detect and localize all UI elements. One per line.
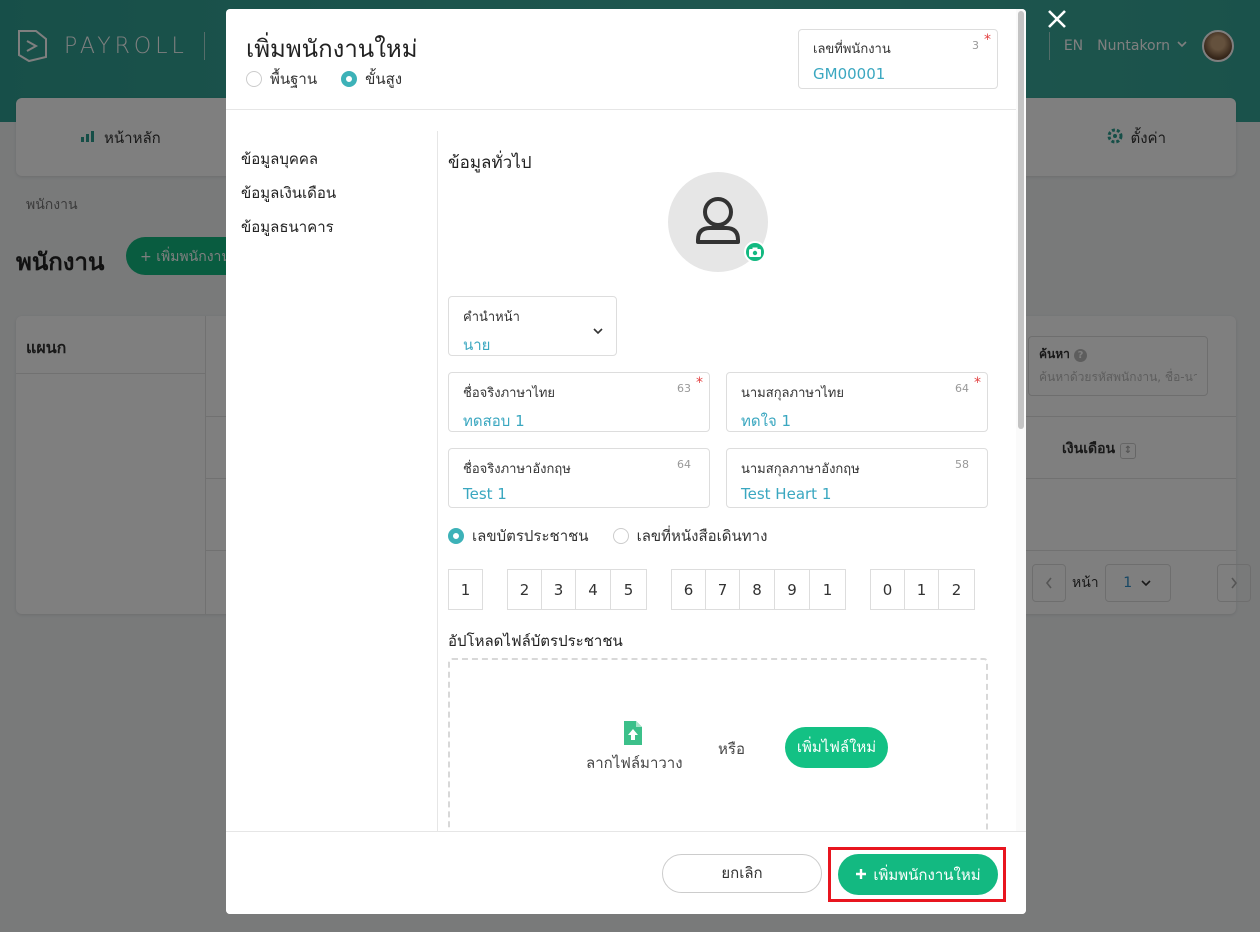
chevron-down-icon <box>592 325 604 341</box>
prefix-label: คำนำหน้า <box>463 310 520 325</box>
mode-basic-label: พื้นฐาน <box>270 70 318 88</box>
first-name-en-label: ชื่อจริงภาษาอังกฤษ <box>463 462 571 477</box>
required-icon: * <box>974 375 981 391</box>
mode-advanced-label: ขั้นสูง <box>365 70 403 88</box>
radio-checked-icon <box>341 71 358 87</box>
modal-title: เพิ่มพนักงานใหม่ <box>246 35 418 63</box>
first-name-th-value: ทดสอบ 1 <box>463 412 525 430</box>
id-digit-input[interactable]: 4 <box>575 569 611 610</box>
employee-number-label: เลขที่พนักงาน <box>813 42 891 57</box>
id-digit-input[interactable]: 5 <box>610 569 647 610</box>
id-citizen-radio[interactable]: เลขบัตรประชาชน <box>448 524 589 548</box>
char-count: 58 <box>955 458 969 471</box>
prefix-select[interactable]: คำนำหน้า นาย <box>448 296 617 356</box>
close-icon[interactable] <box>1044 8 1070 34</box>
first-name-en-field[interactable]: ชื่อจริงภาษาอังกฤษ Test 1 64 <box>448 448 710 508</box>
side-divider <box>437 131 438 831</box>
plus-icon <box>855 866 867 884</box>
id-citizen-label: เลขบัตรประชาชน <box>472 527 589 545</box>
submit-label: เพิ่มพนักงานใหม่ <box>873 865 981 884</box>
cancel-button[interactable]: ยกเลิก <box>662 854 822 893</box>
last-name-th-label: นามสกุลภาษาไทย <box>741 386 844 401</box>
id-digit-input[interactable]: 2 <box>938 569 975 610</box>
section-title: ข้อมูลทั่วไป <box>448 153 532 173</box>
drag-file-text: ลากไฟล์มาวาง <box>586 754 683 772</box>
id-digit-input[interactable]: 1 <box>904 569 939 610</box>
mode-advanced-radio[interactable]: ขั้นสูง <box>341 67 402 91</box>
last-name-en-field[interactable]: นามสกุลภาษาอังกฤษ Test Heart 1 58 <box>726 448 988 508</box>
scrollbar-thumb[interactable] <box>1018 11 1024 429</box>
last-name-th-value: ทดใจ 1 <box>741 412 792 430</box>
upload-title: อัปโหลดไฟล์บัตรประชาชน <box>448 632 623 650</box>
required-icon: * <box>984 32 991 48</box>
or-text: หรือ <box>718 740 745 758</box>
radio-checked-icon <box>448 528 464 544</box>
mode-radio-group: พื้นฐาน ขั้นสูง <box>246 67 402 91</box>
first-name-th-label: ชื่อจริงภาษาไทย <box>463 386 556 401</box>
last-name-en-value: Test Heart 1 <box>741 485 832 503</box>
char-count: 63 <box>677 382 691 395</box>
char-count: 64 <box>677 458 691 471</box>
mode-basic-radio[interactable]: พื้นฐาน <box>246 67 317 91</box>
file-upload-icon <box>622 719 644 751</box>
first-name-en-value: Test 1 <box>463 485 507 503</box>
id-passport-radio[interactable]: เลขที่หนังสือเดินทาง <box>612 524 768 548</box>
char-count: 64 <box>955 382 969 395</box>
add-employee-modal: เพิ่มพนักงานใหม่ พื้นฐาน ขั้นสูง เลขที่พ… <box>226 9 1026 914</box>
id-digit-input[interactable]: 7 <box>705 569 740 610</box>
camera-icon[interactable] <box>744 241 766 263</box>
id-digit-input[interactable]: 9 <box>774 569 810 610</box>
side-nav-bank[interactable]: ข้อมูลธนาคาร <box>241 215 336 249</box>
last-name-th-field[interactable]: นามสกุลภาษาไทย ทดใจ 1 64 * <box>726 372 988 432</box>
id-digit-input[interactable]: 1 <box>448 569 483 610</box>
header-divider <box>226 109 1026 110</box>
id-digit-input[interactable]: 6 <box>671 569 706 610</box>
radio-unchecked-icon <box>246 71 262 87</box>
id-digit-input[interactable]: 3 <box>541 569 576 610</box>
id-digit-input[interactable]: 8 <box>739 569 775 610</box>
required-icon: * <box>696 375 703 391</box>
last-name-en-label: นามสกุลภาษาอังกฤษ <box>741 462 860 477</box>
id-digit-input[interactable]: 2 <box>507 569 542 610</box>
add-file-button[interactable]: เพิ่มไฟล์ใหม่ <box>785 727 888 768</box>
employee-number-field[interactable]: เลขที่พนักงาน GM00001 3 * <box>798 29 998 89</box>
id-digit-input[interactable]: 1 <box>809 569 846 610</box>
char-count: 3 <box>972 39 979 52</box>
side-nav: ข้อมูลบุคคล ข้อมูลเงินเดือน ข้อมูลธนาคาร <box>241 147 336 249</box>
first-name-th-field[interactable]: ชื่อจริงภาษาไทย ทดสอบ 1 63 * <box>448 372 710 432</box>
id-passport-label: เลขที่หนังสือเดินทาง <box>636 527 768 545</box>
id-digit-input[interactable]: 0 <box>870 569 905 610</box>
employee-number-value: GM00001 <box>813 65 886 83</box>
side-nav-salary[interactable]: ข้อมูลเงินเดือน <box>241 181 336 215</box>
radio-unchecked-icon <box>612 528 629 544</box>
side-nav-personal[interactable]: ข้อมูลบุคคล <box>241 147 336 181</box>
id-type-radio-group: เลขบัตรประชาชน เลขที่หนังสือเดินทาง <box>448 524 767 548</box>
submit-add-employee-button[interactable]: เพิ่มพนักงานใหม่ <box>838 854 998 895</box>
prefix-value: นาย <box>463 336 491 354</box>
